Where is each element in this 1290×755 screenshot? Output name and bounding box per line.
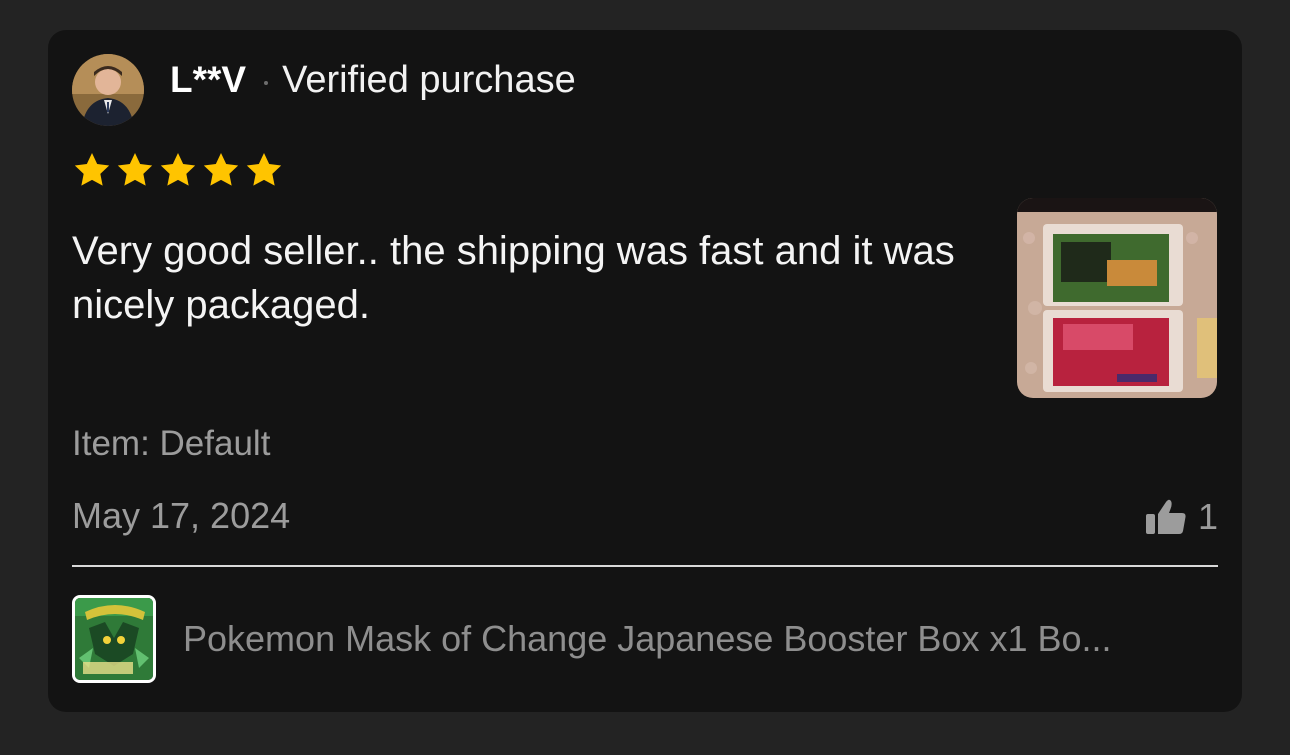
product-link[interactable]: Pokemon Mask of Change Japanese Booster …: [72, 592, 1218, 686]
review-card: L**V Verified purchase Very good seller.…: [48, 30, 1242, 712]
star-rating: [72, 150, 284, 190]
thumbs-up-icon: [1145, 499, 1186, 534]
star-icon: [203, 153, 239, 186]
helpful-count: 1: [1197, 496, 1218, 537]
item-variant-label: Item: Default: [72, 424, 271, 463]
reviewer-avatar[interactable]: [72, 54, 144, 126]
review-header: L**V Verified purchase: [170, 58, 576, 102]
verified-purchase-label: Verified purchase: [282, 58, 576, 101]
product-title: Pokemon Mask of Change Japanese Booster …: [183, 618, 1112, 659]
star-icon: [246, 153, 282, 186]
helpful-button[interactable]: 1: [1144, 496, 1218, 538]
reviewer-name: L**V: [170, 59, 247, 100]
review-body-text: Very good seller.. the shipping was fast…: [72, 229, 955, 327]
divider: [72, 565, 1218, 567]
star-icon: [74, 153, 110, 186]
review-date: May 17, 2024: [72, 495, 291, 536]
star-icon: [117, 153, 153, 186]
separator-dot: [264, 81, 269, 85]
product-thumbnail: [72, 595, 156, 683]
star-icon: [160, 153, 196, 186]
review-photo[interactable]: [1017, 198, 1217, 398]
